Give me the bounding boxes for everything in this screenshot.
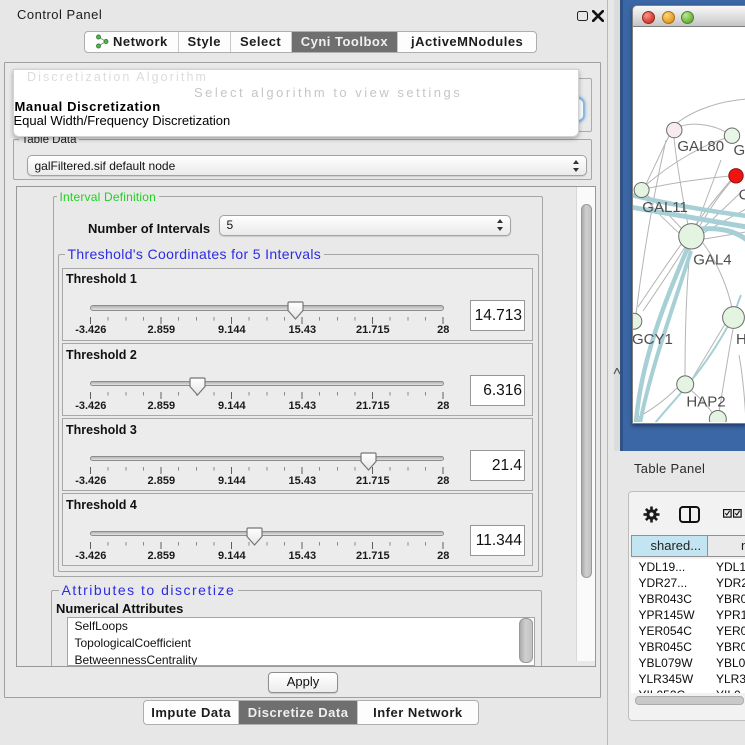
- svg-text:H: H: [736, 331, 745, 348]
- svg-text:GAL80: GAL80: [677, 138, 724, 155]
- svg-text:GA: GA: [734, 142, 745, 159]
- svg-text:HAP2: HAP2: [686, 394, 725, 411]
- svg-text:GCY1: GCY1: [633, 331, 673, 348]
- svg-text:C: C: [739, 187, 745, 204]
- svg-text:GAL4: GAL4: [693, 252, 731, 269]
- svg-text:GAL11: GAL11: [642, 199, 688, 216]
